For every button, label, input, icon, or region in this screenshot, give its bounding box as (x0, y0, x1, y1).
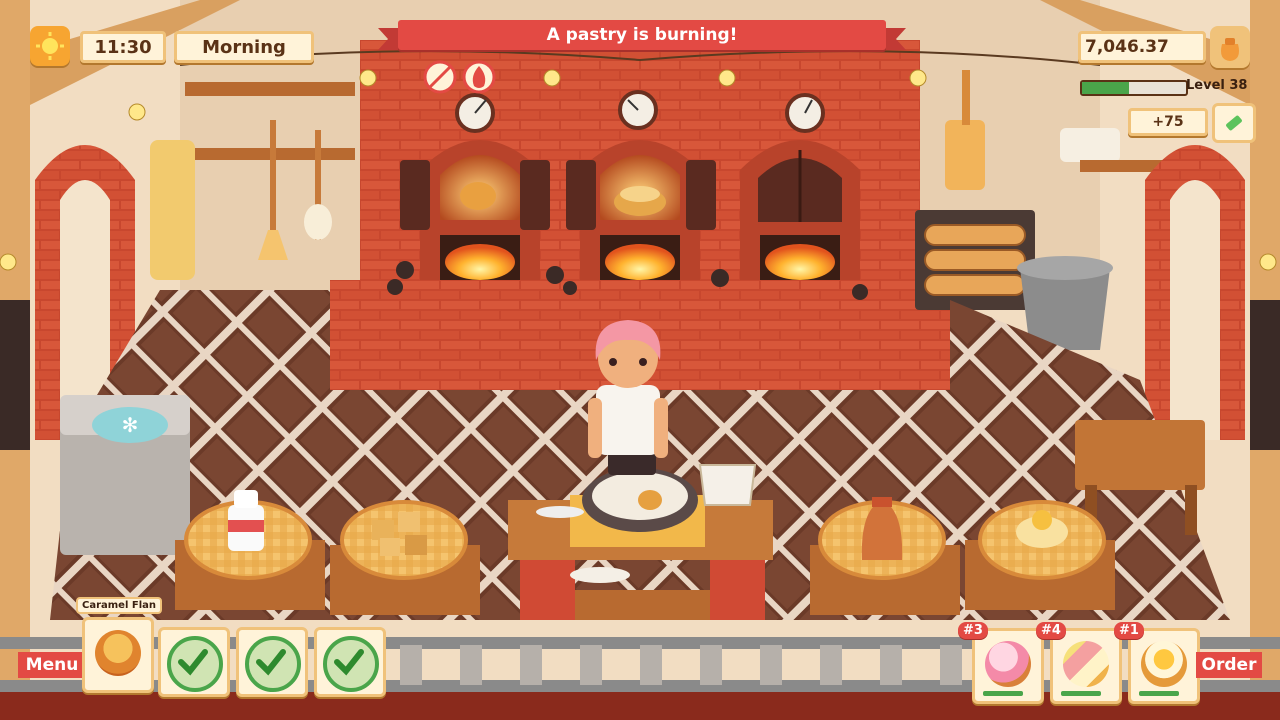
order-button[interactable]: Order (1196, 652, 1262, 678)
clock-display: 11:30 (80, 31, 166, 63)
checkmark-icon (167, 636, 223, 692)
step-card-egg (236, 627, 308, 697)
alert-text: A pastry is burning! (546, 25, 738, 45)
ticket-icon (1212, 103, 1256, 143)
menu-button[interactable]: Menu (18, 652, 86, 678)
egg-tart-icon (1141, 641, 1187, 687)
order-progress (1139, 691, 1179, 696)
money-bag-icon (1210, 26, 1250, 68)
svg-text:✻: ✻ (122, 413, 139, 437)
order-rank-badge: #1 (1114, 622, 1144, 639)
caramel-flan-icon (95, 630, 141, 676)
order-progress (983, 691, 1023, 696)
step-card-milk (158, 627, 230, 697)
level-label: Level 38 (1186, 78, 1248, 93)
recipe-card-caramel-flan[interactable] (82, 617, 154, 693)
ice-box: ✻ (60, 395, 190, 555)
order-rank-badge: #4 (1036, 622, 1066, 639)
order-card[interactable] (972, 628, 1044, 704)
checkmark-icon (323, 636, 379, 692)
reward-counter: +75 (1128, 108, 1208, 136)
order-card[interactable] (1128, 628, 1200, 704)
step-card-caramel (314, 627, 386, 697)
xp-bar (1080, 80, 1188, 96)
checkmark-icon (245, 636, 301, 692)
recipe-name-tag: Caramel Flan (76, 597, 163, 614)
bakery-kitchen-scene: ✻ (0, 0, 1280, 720)
alert-banner: A pastry is burning! (378, 20, 906, 50)
xp-bar-fill (1082, 82, 1129, 94)
order-card[interactable] (1050, 628, 1122, 704)
chef-character (588, 320, 668, 475)
order-rank-badge: #3 (958, 622, 988, 639)
time-of-day-label: Morning (174, 31, 314, 63)
sun-icon (30, 26, 70, 66)
money-counter: 7,046.37 (1078, 31, 1206, 63)
skewer-icon (1063, 641, 1109, 687)
cupcake-berry-icon (985, 641, 1031, 687)
order-progress (1061, 691, 1101, 696)
